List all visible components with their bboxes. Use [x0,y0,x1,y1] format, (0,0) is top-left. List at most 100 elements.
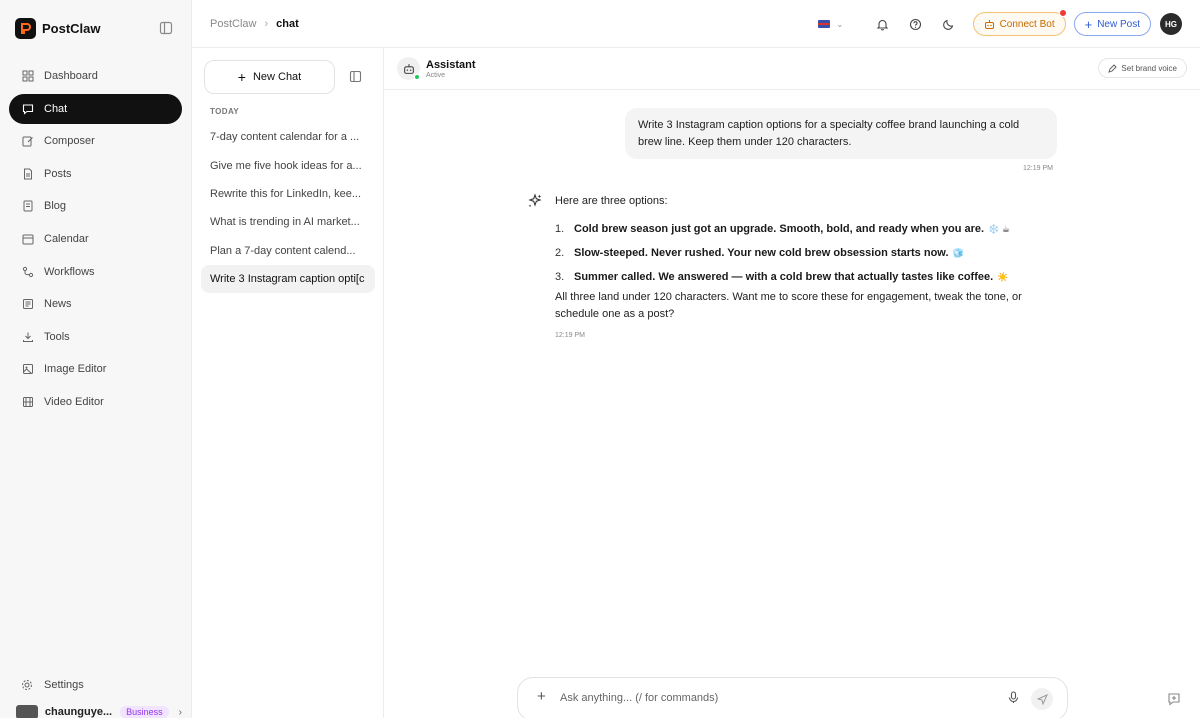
chat-history-item[interactable]: 7-day content calendar for a ... [201,123,375,151]
sidebar-item-posts[interactable]: Posts [9,159,182,189]
option-emoji: ☀️ [997,271,1009,282]
top-actions: ⌄ Connect Bot + New Post HG [818,9,1182,36]
brand-name: PostClaw [42,20,101,36]
download-icon [21,330,35,344]
help-icon[interactable] [907,15,925,33]
sidebar-item-tools[interactable]: Tools [9,322,182,352]
calendar-icon [21,232,35,246]
send-icon [1036,693,1048,705]
notification-dot [1058,9,1067,17]
reply-intro: Here are three options: [555,195,668,207]
brand-voice-label: Set brand voice [1121,63,1177,73]
workflow-icon [21,265,35,279]
newspaper-icon [21,297,35,311]
sidebar-item-composer[interactable]: Composer [9,126,182,156]
avatar[interactable]: HG [1160,13,1182,35]
chat-history-list: 7-day content calendar for a ... Give me… [201,123,375,294]
option-number: 2. [555,247,565,259]
reply-option: 2. Slow-steeped. Never rushed. Your new … [555,241,1055,265]
top-bar: PostClaw › chat ⌄ Connect Bot + New Post [192,0,1200,48]
connect-bot-button[interactable]: Connect Bot [972,9,1067,36]
chat-history-item[interactable]: Rewrite this for LinkedIn, kee... [201,180,375,208]
grid-icon [21,69,35,83]
gear-icon [21,678,35,692]
new-post-label: New Post [1097,18,1140,30]
new-chat-label: New Chat [252,71,302,83]
sidebar-nav: Dashboard Chat Composer Posts Blog Calen… [0,61,191,420]
user-menu[interactable]: chaunguye... Business › [16,702,182,718]
message-timestamp: 12:19 PM [1023,165,1053,172]
send-button[interactable] [1031,688,1053,710]
option-number: 3. [555,271,565,283]
new-post-button[interactable]: + New Post [1073,12,1151,36]
option-emoji: 🧊 [952,247,964,258]
chat-icon [21,102,35,116]
new-chat-button[interactable]: + New Chat [204,60,335,94]
document-icon [21,199,35,213]
user-message: Write 3 Instagram caption options for a … [625,108,1057,159]
sidebar-item-label: Image Editor [44,363,107,376]
online-status-dot [414,74,420,80]
sidebar: PostClaw Dashboard Chat Composer Posts B… [0,0,192,718]
plan-badge: Business [120,706,169,718]
plus-icon: + [1084,16,1093,32]
feedback-icon[interactable] [1167,692,1183,708]
set-brand-voice-button[interactable]: Set brand voice [1098,58,1187,78]
sidebar-item-image-editor[interactable]: Image Editor [9,354,182,384]
sidebar-item-chat[interactable]: Chat [9,93,182,124]
attach-plus-icon[interactable]: + [537,689,546,704]
sidebar-item-label: Blog [44,200,67,213]
message-composer: + [517,677,1068,718]
assistant-avatar [397,57,420,80]
panel-toggle-icon[interactable] [349,70,363,84]
sidebar-item-calendar[interactable]: Calendar [9,224,182,254]
pen-icon [1108,63,1118,73]
reply-outro: All three land under 120 characters. Wan… [555,291,1022,320]
chat-header: Assistant Active Set brand voice [384,48,1200,90]
breadcrumb-root[interactable]: PostClaw [210,18,256,30]
assistant-message: Here are three options: 1. Cold brew sea… [555,193,1055,323]
sparkle-icon [527,193,543,209]
sidebar-item-label: Composer [44,135,95,148]
chat-history-item[interactable]: Give me five hook ideas for a... [201,151,375,179]
sidebar-item-dashboard[interactable]: Dashboard [9,61,182,91]
sidebar-item-news[interactable]: News [9,289,182,319]
app-root: PostClaw Dashboard Chat Composer Posts B… [0,0,1200,718]
chat-history-item[interactable]: What is trending in AI market... [201,208,375,236]
edit-icon [21,134,35,148]
chat-history-item[interactable]: Plan a 7-day content calend... [201,237,375,265]
sidebar-item-workflows[interactable]: Workflows [9,257,182,287]
chat-history-item-active[interactable]: Write 3 Instagram caption opti[c [201,264,375,294]
sidebar-item-video-editor[interactable]: Video Editor [9,387,182,417]
sidebar-item-label: Dashboard [44,70,98,82]
message-input[interactable] [560,692,960,704]
file-icon [21,167,35,181]
reply-option: 1. Cold brew season just got an upgrade.… [555,217,1055,241]
message-timestamp: 12:19 PM [555,332,585,339]
sidebar-item-label: News [44,298,72,311]
breadcrumb-separator-icon: › [264,17,269,30]
moon-icon[interactable] [940,15,958,33]
chevron-down-icon[interactable]: ⌄ [836,19,844,30]
sidebar-item-label: Posts [44,167,72,180]
avatar [16,705,38,718]
sidebar-item-label: Video Editor [44,395,104,408]
user-name: chaunguye... [44,706,113,718]
sidebar-collapse-icon[interactable] [159,21,173,35]
language-flag-icon[interactable] [818,20,831,28]
option-text: Slow-steeped. Never rushed. Your new col… [574,247,949,259]
sidebar-item-label: Tools [44,330,70,343]
connect-bot-label: Connect Bot [999,18,1055,30]
settings-label: Settings [44,679,84,691]
sidebar-item-settings[interactable]: Settings [9,670,182,700]
bell-icon[interactable] [874,15,892,33]
microphone-icon[interactable] [1007,691,1021,705]
postclaw-logo-icon [15,17,36,39]
sidebar-item-blog[interactable]: Blog [9,191,182,221]
breadcrumb-current: chat [276,17,299,30]
film-icon [21,395,35,409]
section-label-today: TODAY [210,107,240,116]
assistant-status: Active [426,72,446,79]
option-emoji: ❄️ ☕ [988,223,1010,234]
assistant-name: Assistant [426,59,476,71]
